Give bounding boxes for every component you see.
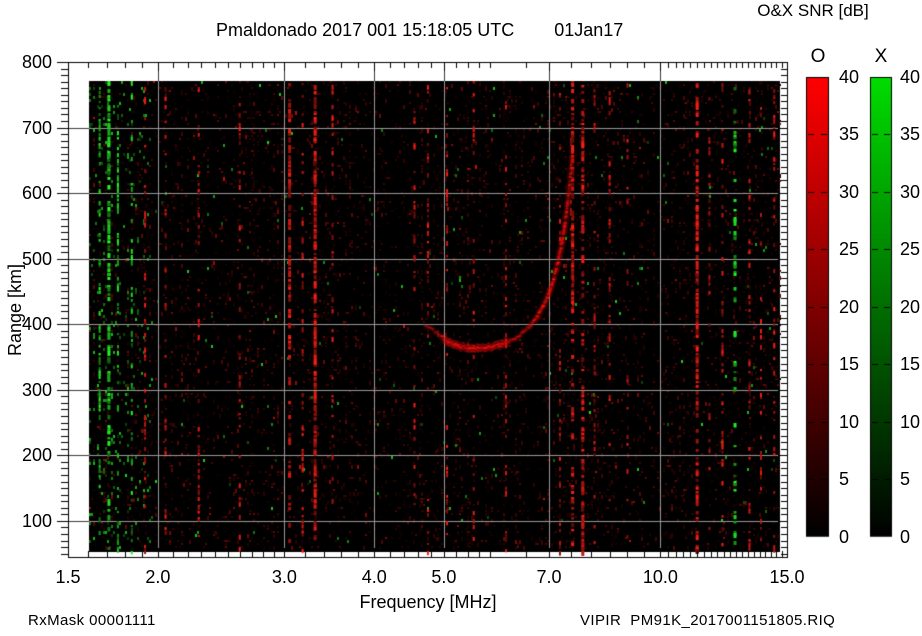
xtick-labels-item: 15.0	[757, 566, 817, 588]
xtick-labels-item: 1.5	[38, 566, 98, 588]
xbar-labels-item: 5	[900, 468, 922, 490]
xbar-labels-item: 0	[900, 526, 922, 548]
obar-labels-item: 5	[839, 468, 879, 490]
ytick-labels-item: 100	[0, 510, 52, 532]
xtick-labels-item: 7.0	[519, 566, 579, 588]
xtick-labels-item: 5.0	[414, 566, 474, 588]
plot-title-date: 01Jan17	[554, 20, 623, 40]
obar-labels-item: 15	[839, 353, 879, 375]
xtick-labels-item: 2.0	[128, 566, 188, 588]
xbar-labels-item: 20	[900, 296, 922, 318]
obar-labels-item: 30	[839, 181, 879, 203]
ytick-labels-item: 400	[0, 313, 52, 335]
xbar-labels-item: 30	[900, 181, 922, 203]
obar-labels-item: 10	[839, 411, 879, 433]
xbar-labels-item: 25	[900, 238, 922, 260]
xbar-labels-item: 35	[900, 123, 922, 145]
ytick-labels-item: 300	[0, 379, 52, 401]
ionogram-plot-canvas	[0, 0, 922, 636]
colorbar-title: O&X SNR [dB]	[737, 1, 889, 21]
obar-labels-item: 0	[839, 526, 879, 548]
obar-labels-item: 40	[839, 66, 879, 88]
filename-annotation: VIPIR PM91K_2017001151805.RIQ	[580, 612, 835, 629]
ytick-labels-item: 500	[0, 248, 52, 270]
xbar-labels-item: 10	[900, 411, 922, 433]
xtick-labels-item: 4.0	[344, 566, 404, 588]
rxmask-annotation: RxMask 00001111	[28, 612, 156, 629]
ytick-labels-item: 200	[0, 444, 52, 466]
xbar-labels-item: 15	[900, 353, 922, 375]
ytick-labels-item: 600	[0, 182, 52, 204]
obar-labels-item: 20	[839, 296, 879, 318]
ytick-labels-item: 800	[0, 51, 52, 73]
ytick-labels-item: 700	[0, 117, 52, 139]
xbar-labels-item: 40	[900, 66, 922, 88]
obar-labels-item: 35	[839, 123, 879, 145]
x-axis-title: Frequency [MHz]	[288, 592, 568, 613]
plot-title-text: Pmaldonado 2017 001 15:18:05 UTC	[216, 20, 514, 40]
xtick-labels-item: 10.0	[630, 566, 690, 588]
plot-title: Pmaldonado 2017 001 15:18:05 UTC 01Jan17	[216, 20, 623, 41]
ionogram-window: Pmaldonado 2017 001 15:18:05 UTC01Jan17 …	[0, 0, 922, 636]
colorbar-o-label: O	[798, 46, 838, 68]
xtick-labels-item: 3.0	[254, 566, 314, 588]
obar-labels-item: 25	[839, 238, 879, 260]
colorbar-x-label: X	[861, 46, 901, 68]
